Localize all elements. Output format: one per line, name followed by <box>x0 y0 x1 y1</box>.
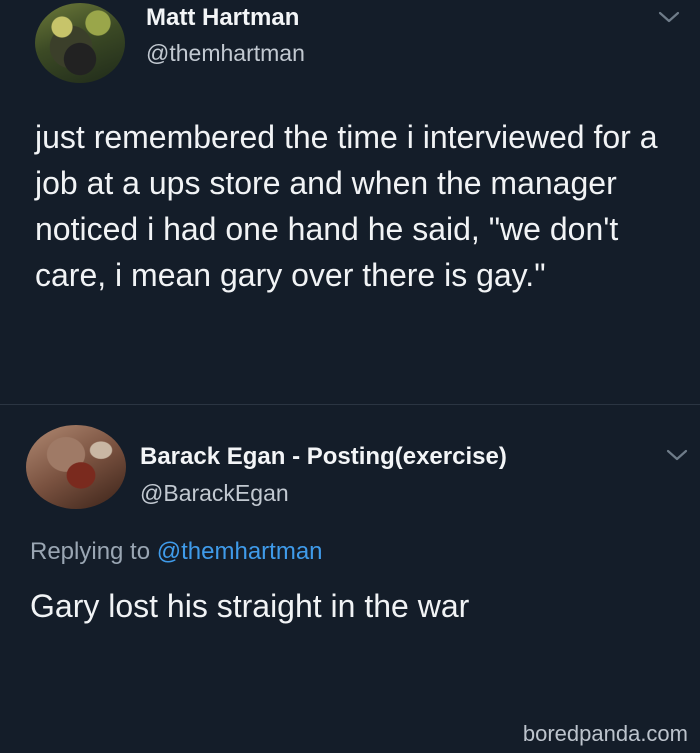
author-name[interactable]: Barack Egan - Posting(exercise) <box>140 443 507 471</box>
tweet-reply: Barack Egan - Posting(exercise) @BarackE… <box>0 410 700 753</box>
author-handle[interactable]: @themhartman <box>146 40 305 67</box>
mention-link[interactable]: @themhartman <box>157 538 323 565</box>
avatar[interactable] <box>26 425 126 509</box>
chevron-down-icon[interactable] <box>664 446 690 464</box>
chevron-down-icon[interactable] <box>656 8 682 26</box>
reply-text: Gary lost his straight in the war <box>30 588 470 624</box>
tweet-original: Matt Hartman @themhartman just remembere… <box>0 0 700 410</box>
replying-to-label: Replying to <box>30 538 151 565</box>
watermark: boredpanda.com <box>522 721 688 746</box>
avatar[interactable] <box>35 3 125 83</box>
divider <box>0 404 700 405</box>
author-handle[interactable]: @BarackEgan <box>140 480 289 507</box>
author-name[interactable]: Matt Hartman <box>146 4 299 32</box>
replying-to: Replying to @themhartman <box>30 538 323 566</box>
tweet-text: just remembered the time i interviewed f… <box>35 119 658 293</box>
